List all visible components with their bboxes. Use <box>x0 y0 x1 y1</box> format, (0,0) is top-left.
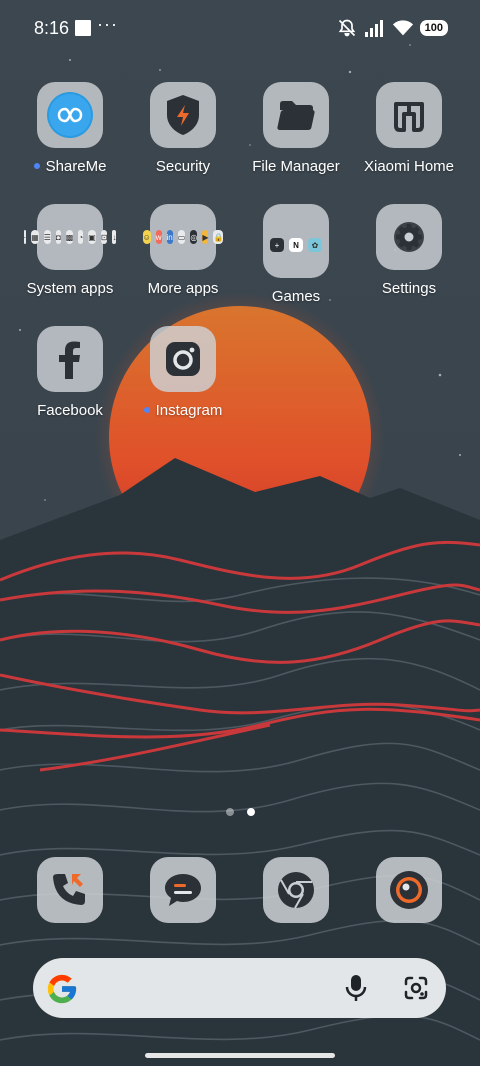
app-label: Security <box>155 158 211 175</box>
app-mini-icon: · <box>23 230 27 244</box>
security-tile <box>150 82 216 148</box>
folder-preview: ☺ w in ▭ ◎ ▶ 🔒 <box>142 204 224 270</box>
signal-icon <box>364 20 383 37</box>
app-label: Facebook <box>37 402 103 419</box>
app-facebook[interactable]: Facebook <box>15 326 125 419</box>
security-icon <box>167 95 199 135</box>
app-mini-icon: 🔒 <box>213 230 224 244</box>
app-mini-icon: ✿ <box>308 238 322 252</box>
app-mini-icon: ◘ <box>55 230 61 244</box>
folder-more-apps[interactable]: ☺ w in ▭ ◎ ▶ 🔒 More apps <box>128 204 238 297</box>
app-label: File Manager <box>252 158 340 175</box>
app-mini-icon: + <box>270 238 284 252</box>
status-bar: 8:16 ··· 100 <box>0 0 480 56</box>
app-xiaomi-home[interactable]: Xiaomi Home <box>354 82 464 175</box>
app-mini-icon: in <box>166 230 173 244</box>
mi-home-icon <box>394 102 424 132</box>
app-file-manager[interactable]: File Manager <box>241 82 351 175</box>
page-dot-active[interactable] <box>247 808 255 816</box>
folder-preview: · ▦ ☰ ◘ ▩ ◔ ▣ ⊡ ↓ <box>23 204 117 270</box>
app-mini-icon: ⊡ <box>100 230 108 244</box>
shareme-tile <box>37 82 103 148</box>
app-label: System apps <box>26 280 114 297</box>
shareme-icon <box>47 92 93 138</box>
page-indicator[interactable] <box>226 808 255 816</box>
app-mini-icon: ☰ <box>43 230 51 244</box>
app-mini-icon: ↓ <box>112 230 117 244</box>
battery-icon: 100 <box>419 20 448 36</box>
app-label: Settings <box>381 280 437 297</box>
lens-icon[interactable] <box>403 975 429 1001</box>
gesture-nav-bar[interactable] <box>145 1053 335 1058</box>
mic-icon[interactable] <box>345 974 367 1002</box>
app-mini-icon: ▦ <box>31 230 39 244</box>
app-mini-icon: ◔ <box>78 230 84 244</box>
app-security[interactable]: Security <box>128 82 238 175</box>
page-dot[interactable] <box>226 808 234 816</box>
folder-icon <box>277 101 315 130</box>
camera-icon <box>390 871 428 909</box>
app-mini-icon: N <box>289 238 303 252</box>
folder-preview: + N ✿ <box>263 204 329 278</box>
instagram-tile <box>150 326 216 392</box>
app-mini-icon: ☺ <box>142 230 151 244</box>
google-logo <box>47 974 77 1004</box>
wifi-icon <box>392 20 413 36</box>
xiaomi-home-tile <box>376 82 442 148</box>
dock-messages[interactable] <box>150 857 216 923</box>
folder-system-apps[interactable]: · ▦ ☰ ◘ ▩ ◔ ▣ ⊡ ↓ System apps <box>15 204 125 297</box>
notification-icon <box>75 20 91 36</box>
new-app-dot <box>143 407 150 413</box>
app-label: ShareMe <box>15 158 125 175</box>
new-app-dot <box>33 163 40 169</box>
app-label: Xiaomi Home <box>363 158 455 175</box>
dock-camera[interactable] <box>376 857 442 923</box>
app-label: More apps <box>147 280 219 297</box>
app-shareme[interactable]: ShareMe <box>15 82 125 175</box>
facebook-tile <box>37 326 103 392</box>
status-time: 8:16 <box>34 18 70 38</box>
silent-icon <box>338 19 355 37</box>
google-search-bar[interactable] <box>33 958 446 1018</box>
app-mini-icon: ▭ <box>177 230 186 244</box>
app-mini-icon: ▶ <box>202 230 209 244</box>
chrome-icon <box>278 872 314 909</box>
dock-phone[interactable] <box>37 857 103 923</box>
phone-icon <box>53 874 85 905</box>
instagram-icon <box>166 342 200 376</box>
folder-games[interactable]: + N ✿ Games <box>241 204 351 305</box>
settings-tile <box>376 204 442 270</box>
app-label: Instagram <box>128 402 238 419</box>
app-label: Games <box>271 288 321 305</box>
facebook-icon <box>59 341 80 379</box>
app-mini-icon: ▩ <box>65 230 74 244</box>
messages-icon <box>165 874 201 906</box>
app-mini-icon: ◎ <box>190 230 198 244</box>
file-manager-tile <box>263 82 329 148</box>
more-notifications-icon: ··· <box>97 14 118 34</box>
app-instagram[interactable]: Instagram <box>128 326 238 419</box>
app-settings[interactable]: Settings <box>354 204 464 297</box>
app-mini-icon: ▣ <box>88 230 96 244</box>
gear-icon <box>394 222 424 252</box>
dock-chrome[interactable] <box>263 857 329 923</box>
app-mini-icon: w <box>155 230 162 244</box>
